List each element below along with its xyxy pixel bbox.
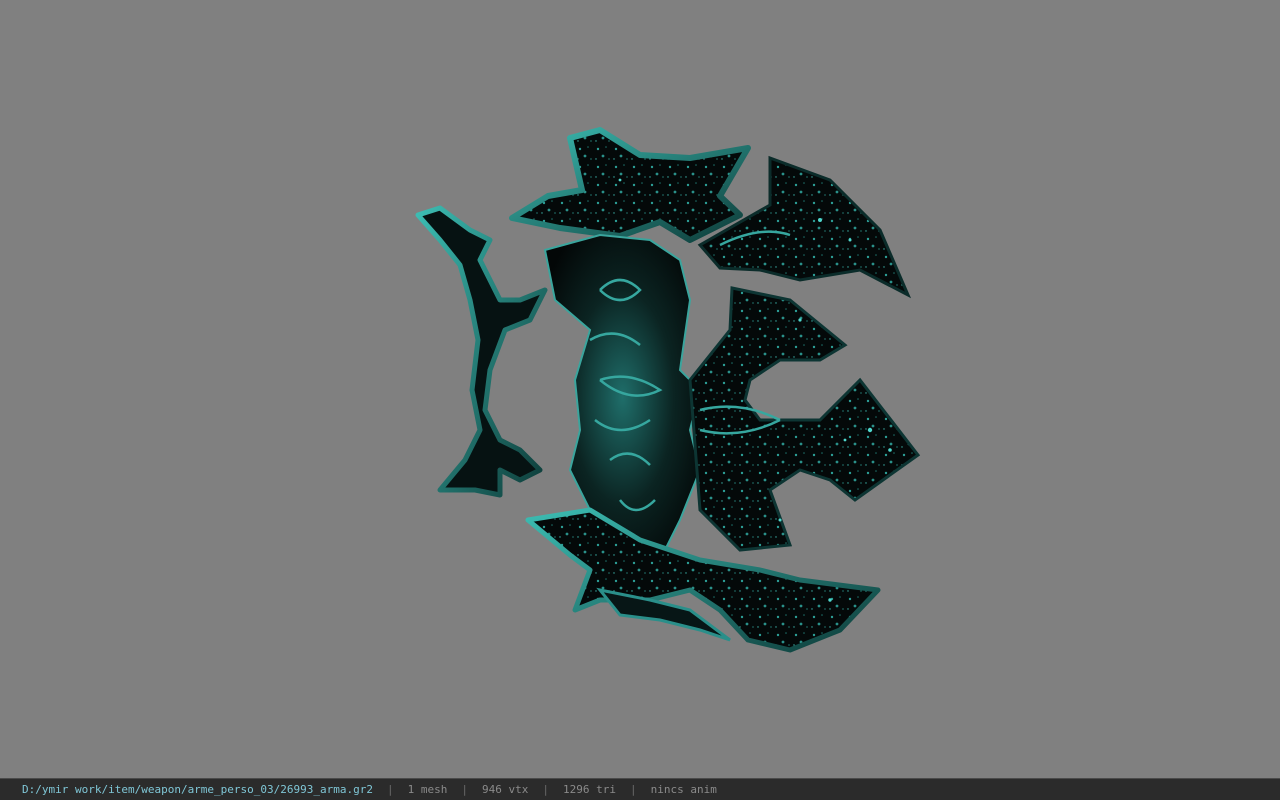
status-separator: |: [387, 783, 394, 796]
model-viewport[interactable]: [0, 0, 1280, 778]
triangle-count-label: 1296 tri: [562, 783, 616, 796]
weapon-model-render[interactable]: [0, 0, 1280, 778]
mesh-count-label: 1 mesh: [407, 783, 448, 796]
status-separator: |: [461, 783, 468, 796]
vertex-count-label: 946 vtx: [482, 783, 529, 796]
weapon-model-icon: [415, 127, 921, 653]
status-bar: D:/ymir work/item/weapon/arme_perso_03/2…: [0, 778, 1280, 800]
model-part-top-blade: [509, 127, 751, 243]
anim-status-label: nincs anim: [650, 783, 717, 796]
status-separator: |: [542, 783, 549, 796]
file-path-label: D:/ymir work/item/weapon/arme_perso_03/2…: [22, 783, 373, 796]
model-part-crescent-blade: [688, 286, 921, 552]
model-part-left-arm: [415, 205, 548, 498]
status-separator: |: [629, 783, 637, 796]
